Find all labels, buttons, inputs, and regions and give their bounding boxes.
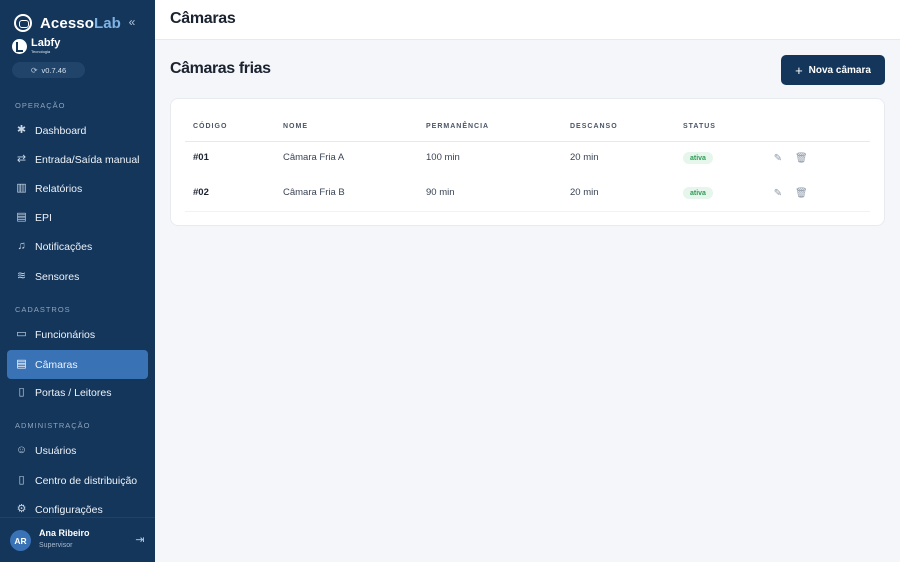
collapse-sidebar-icon[interactable]: « xyxy=(125,15,139,29)
sidebar-item-sensores[interactable]: ≋ Sensores xyxy=(7,262,148,291)
logout-icon[interactable]: ⇥ xyxy=(133,533,147,547)
refresh-icon: ⟳ xyxy=(30,65,38,75)
sidebar-item-label: Usuários xyxy=(35,444,77,457)
edit-icon[interactable]: ✎ xyxy=(772,188,784,200)
id-card-icon: ▭ xyxy=(16,328,27,340)
partner-logo: Labfy Tecnologia xyxy=(12,38,60,54)
new-chamber-button[interactable]: + Nova câmara xyxy=(781,55,885,85)
section-title-cadastros: CADASTROS xyxy=(15,305,71,314)
building-icon: ▯ xyxy=(18,474,25,486)
sidebar-item-funcionarios[interactable]: ▭ Funcionários xyxy=(7,320,148,349)
cell-name: Câmara Fria B xyxy=(283,187,345,198)
sidebar: AcessoLab « Labfy Tecnologia ⟳ v0.7.46 O… xyxy=(0,0,155,562)
sidebar-item-centro-distribuicao[interactable]: ▯ Centro de distribuição xyxy=(7,466,148,495)
sidebar-item-label: Configurações xyxy=(35,503,103,516)
section-title-administracao: ADMINISTRAÇÃO xyxy=(15,421,91,430)
gear-icon: ⚙ xyxy=(16,503,27,515)
topbar-title: Câmaras xyxy=(170,10,236,27)
partner-subtitle: Tecnologia xyxy=(31,49,51,54)
sidebar-item-label: Relatórios xyxy=(35,182,83,195)
wifi-icon: ≋ xyxy=(16,270,27,282)
sidebar-item-epi[interactable]: ▤ EPI xyxy=(7,203,148,232)
brand-logo[interactable]: AcessoLab xyxy=(14,13,121,33)
brand-logo-icon xyxy=(14,14,32,32)
row-divider xyxy=(185,211,870,212)
header-divider xyxy=(185,141,870,142)
section-title-operacao: OPERAÇÃO xyxy=(15,101,66,110)
sidebar-item-label: Entrada/Saída manual xyxy=(35,153,140,166)
users-icon: ☺ xyxy=(15,444,28,456)
sidebar-item-label: EPI xyxy=(35,211,52,224)
building-icon: ▤ xyxy=(16,358,27,370)
user-panel: AR Ana Ribeiro Supervisor ⇥ xyxy=(0,517,155,562)
sidebar-item-label: Câmaras xyxy=(35,358,78,371)
partner-logo-icon xyxy=(12,38,27,54)
edit-icon[interactable]: ✎ xyxy=(772,153,784,165)
sidebar-item-label: Dashboard xyxy=(35,124,87,137)
new-chamber-button-label: Nova câmara xyxy=(808,64,871,76)
trash-icon[interactable]: 🗑 xyxy=(795,188,808,200)
sidebar-item-notificacoes[interactable]: ♫ Notificações xyxy=(7,232,148,261)
sidebar-item-relatorios[interactable]: ▥ Relatórios xyxy=(7,174,148,203)
status-badge: ativa xyxy=(683,152,713,164)
swap-icon: ⇄ xyxy=(16,153,27,165)
column-header-permanencia[interactable]: PERMANÊNCIA xyxy=(426,123,489,130)
sidebar-item-entrada-saida[interactable]: ⇄ Entrada/Saída manual xyxy=(7,145,148,174)
column-header-codigo[interactable]: CÓDIGO xyxy=(193,123,227,130)
sidebar-item-usuarios[interactable]: ☺ Usuários xyxy=(7,436,148,465)
version-label: v0.7.46 xyxy=(41,65,67,75)
dashboard-icon: ✱ xyxy=(16,124,27,136)
sidebar-item-portas-leitores[interactable]: ▯ Portas / Leitores xyxy=(7,378,148,407)
cell-rest: 20 min xyxy=(570,187,599,198)
cell-permanence: 90 min xyxy=(426,187,455,198)
chambers-table: CÓDIGO NOME PERMANÊNCIA DESCANSO STATUS … xyxy=(170,98,885,226)
avatar[interactable]: AR xyxy=(10,530,31,551)
bell-icon: ♫ xyxy=(17,240,26,252)
building-icon: ▤ xyxy=(16,211,27,223)
brand-name: AcessoLab xyxy=(40,15,121,32)
topbar: Câmaras xyxy=(155,0,900,40)
cell-code: #01 xyxy=(193,152,209,163)
column-header-descanso[interactable]: DESCANSO xyxy=(570,123,618,130)
status-badge: ativa xyxy=(683,187,713,199)
cell-permanence: 100 min xyxy=(426,152,460,163)
cell-rest: 20 min xyxy=(570,152,599,163)
brand-name-main: Acesso xyxy=(40,14,94,32)
sidebar-item-label: Sensores xyxy=(35,270,80,283)
trash-icon[interactable]: 🗑 xyxy=(795,153,808,165)
sidebar-item-label: Portas / Leitores xyxy=(35,386,112,399)
user-role: Supervisor xyxy=(39,542,73,549)
page-title: Câmaras frias xyxy=(170,60,271,77)
column-header-nome[interactable]: NOME xyxy=(283,123,308,130)
cell-name: Câmara Fria A xyxy=(283,152,345,163)
plus-icon: + xyxy=(795,62,803,78)
sidebar-item-label: Notificações xyxy=(35,240,93,253)
bar-chart-icon: ▥ xyxy=(16,182,27,194)
cell-code: #02 xyxy=(193,187,209,198)
user-name: Ana Ribeiro xyxy=(39,528,90,538)
version-badge[interactable]: ⟳ v0.7.46 xyxy=(12,62,85,78)
sidebar-item-camaras[interactable]: ▤ Câmaras xyxy=(7,350,148,379)
sidebar-item-dashboard[interactable]: ✱ Dashboard xyxy=(7,116,148,145)
sidebar-item-label: Centro de distribuição xyxy=(35,474,138,487)
column-header-status[interactable]: STATUS xyxy=(683,123,716,130)
sidebar-item-label: Funcionários xyxy=(35,328,96,341)
door-icon: ▯ xyxy=(18,386,25,398)
partner-name: Labfy xyxy=(31,37,61,49)
brand-name-accent: Lab xyxy=(93,14,121,32)
